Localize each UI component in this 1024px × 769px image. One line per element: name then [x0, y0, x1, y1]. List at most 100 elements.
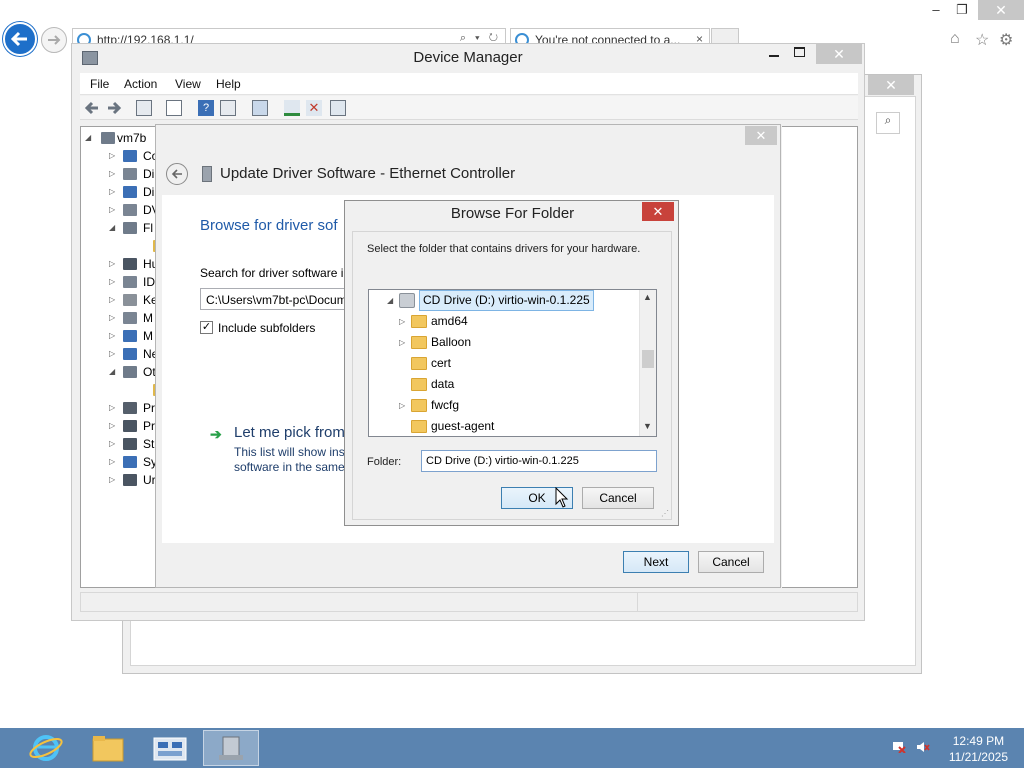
favorites-star-icon[interactable]: ☆ — [975, 30, 989, 50]
show-hide-tree-icon[interactable] — [166, 100, 182, 116]
internet-explorer-icon — [29, 735, 63, 761]
browse-heading: Browse for driver sof — [200, 217, 338, 234]
expand-icon[interactable]: ▷ — [109, 165, 117, 183]
search-location-label: Search for driver software in — [200, 266, 351, 280]
expand-icon[interactable]: ▷ — [109, 417, 117, 435]
folder-tree-row[interactable]: ▷ fwcfg — [369, 395, 639, 416]
help-icon[interactable]: ? — [198, 100, 214, 116]
folder-tree-label: cert — [431, 356, 452, 370]
expand-icon[interactable]: ▷ — [109, 453, 117, 471]
device-tree: ◢ vm7b ▷ Co ▷ Di ▷ Di ▷ DV ◢ Fl ▷ Hu ▷ ID ▷ Ke ▷ M ▷ M ▷ Ne ◢ O… — [80, 126, 167, 588]
forward-arrow-icon — [48, 35, 61, 45]
device-category-icon — [123, 294, 137, 306]
expand-icon[interactable]: ▷ — [109, 309, 117, 327]
taskbar-ie-button[interactable] — [18, 730, 74, 766]
view-icon[interactable] — [220, 100, 236, 116]
clock[interactable]: 12:49 PM 11/21/2025 — [949, 733, 1008, 765]
expand-icon[interactable]: ▷ — [109, 147, 117, 165]
expand-icon[interactable]: ▷ — [109, 345, 117, 363]
menu-view[interactable]: View — [175, 77, 201, 91]
folder-tree-scrollbar[interactable]: ▲ ▼ — [639, 290, 656, 436]
folder-tree-drive-row[interactable]: ◢ CD Drive (D:) virtio-win-0.1.225 — [369, 290, 639, 311]
dm-minimize-button[interactable] — [769, 55, 779, 57]
ie-close-button[interactable]: ✕ — [978, 0, 1024, 20]
back-arrow-icon — [171, 169, 182, 179]
include-subfolders-checkbox[interactable]: ✓ — [200, 321, 213, 334]
browser-forward-button[interactable] — [41, 27, 67, 53]
scan-hardware-icon[interactable] — [252, 100, 268, 116]
update-driver-icon[interactable] — [284, 100, 300, 116]
background-search-icon[interactable]: ⌕ — [876, 112, 900, 134]
device-manager-title: Device Manager — [413, 49, 523, 66]
device-manager-icon — [219, 736, 243, 760]
tree-item-label: Di — [143, 185, 155, 199]
menu-help[interactable]: Help — [216, 77, 241, 91]
expand-icon[interactable]: ▷ — [109, 471, 117, 489]
collapse-icon[interactable]: ◢ — [109, 363, 117, 381]
expand-icon[interactable]: ▷ — [109, 399, 117, 417]
next-button[interactable]: Next — [623, 551, 689, 573]
properties-icon[interactable] — [136, 100, 152, 116]
disable-device-icon[interactable] — [330, 100, 346, 116]
back-icon[interactable] — [84, 100, 100, 116]
device-category-icon — [123, 348, 137, 360]
expand-icon[interactable]: ▷ — [109, 291, 117, 309]
forward-icon[interactable] — [106, 100, 122, 116]
tree-item-label: Ot — [143, 365, 156, 379]
folder-tree-row[interactable]: cert — [369, 353, 639, 374]
uninstall-icon[interactable]: ✕ — [306, 100, 322, 116]
dm-maximize-button[interactable] — [794, 47, 805, 57]
device-category-icon — [123, 312, 137, 324]
expand-icon[interactable]: ▷ — [399, 395, 405, 416]
browse-folder-close-button[interactable]: ✕ — [642, 202, 674, 221]
expand-icon[interactable]: ▷ — [109, 435, 117, 453]
folder-tree-label: CD Drive (D:) virtio-win-0.1.225 — [419, 290, 594, 311]
device-category-icon — [123, 420, 137, 432]
folder-icon — [411, 336, 427, 349]
browse-for-folder-dialog: Browse For Folder ✕ Select the folder th… — [344, 200, 679, 526]
folder-tree-row[interactable]: data — [369, 374, 639, 395]
update-driver-cancel-button[interactable]: Cancel — [698, 551, 764, 573]
collapse-icon[interactable]: ◢ — [109, 219, 117, 237]
network-warning-icon[interactable] — [892, 741, 906, 753]
volume-muted-icon[interactable] — [916, 741, 930, 753]
menu-file[interactable]: File — [90, 77, 109, 91]
background-window-close-button[interactable]: ✕ — [868, 75, 914, 95]
folder-tree-row[interactable]: ▷ amd64 — [369, 311, 639, 332]
tree-item-label: Ur — [143, 473, 156, 487]
scroll-up-icon[interactable]: ▲ — [643, 292, 652, 302]
update-driver-close-button[interactable]: ✕ — [745, 126, 777, 145]
expand-icon[interactable]: ▷ — [109, 201, 117, 219]
collapse-icon[interactable]: ◢ — [85, 129, 93, 147]
home-icon[interactable]: ⌂ — [950, 30, 960, 48]
menu-action[interactable]: Action — [124, 77, 157, 91]
taskbar-server-manager-button[interactable] — [142, 730, 198, 766]
dm-close-button[interactable]: ✕ — [816, 44, 862, 64]
device-category-icon — [123, 366, 137, 378]
scroll-down-icon[interactable]: ▼ — [643, 421, 652, 431]
update-driver-back-button[interactable] — [166, 163, 188, 185]
expand-icon[interactable]: ▷ — [109, 327, 117, 345]
settings-gear-icon[interactable]: ⚙ — [999, 30, 1013, 50]
taskbar-explorer-button[interactable] — [80, 730, 136, 766]
scroll-thumb[interactable] — [642, 350, 654, 368]
expand-icon[interactable]: ▷ — [399, 332, 405, 353]
folder-icon — [411, 420, 427, 433]
expand-icon[interactable]: ▷ — [109, 273, 117, 291]
browser-back-button[interactable] — [3, 22, 37, 56]
browse-folder-cancel-button[interactable]: Cancel — [582, 487, 654, 509]
folder-tree-row[interactable]: guest-agent — [369, 416, 639, 436]
pick-from-list-link[interactable]: Let me pick from — [234, 424, 345, 441]
taskbar-device-manager-button[interactable] — [203, 730, 259, 766]
resize-grip-icon[interactable]: ⋰ — [661, 509, 669, 518]
collapse-icon[interactable]: ◢ — [387, 290, 393, 311]
ie-minimize-button[interactable]: – — [922, 0, 950, 20]
ie-restore-button[interactable]: ❐ — [948, 0, 976, 20]
expand-icon[interactable]: ▷ — [109, 183, 117, 201]
folder-icon — [92, 736, 124, 762]
folder-input[interactable]: CD Drive (D:) virtio-win-0.1.225 — [421, 450, 657, 472]
folder-tree-row[interactable]: ▷ Balloon — [369, 332, 639, 353]
device-category-icon — [123, 276, 137, 288]
expand-icon[interactable]: ▷ — [399, 311, 405, 332]
expand-icon[interactable]: ▷ — [109, 255, 117, 273]
